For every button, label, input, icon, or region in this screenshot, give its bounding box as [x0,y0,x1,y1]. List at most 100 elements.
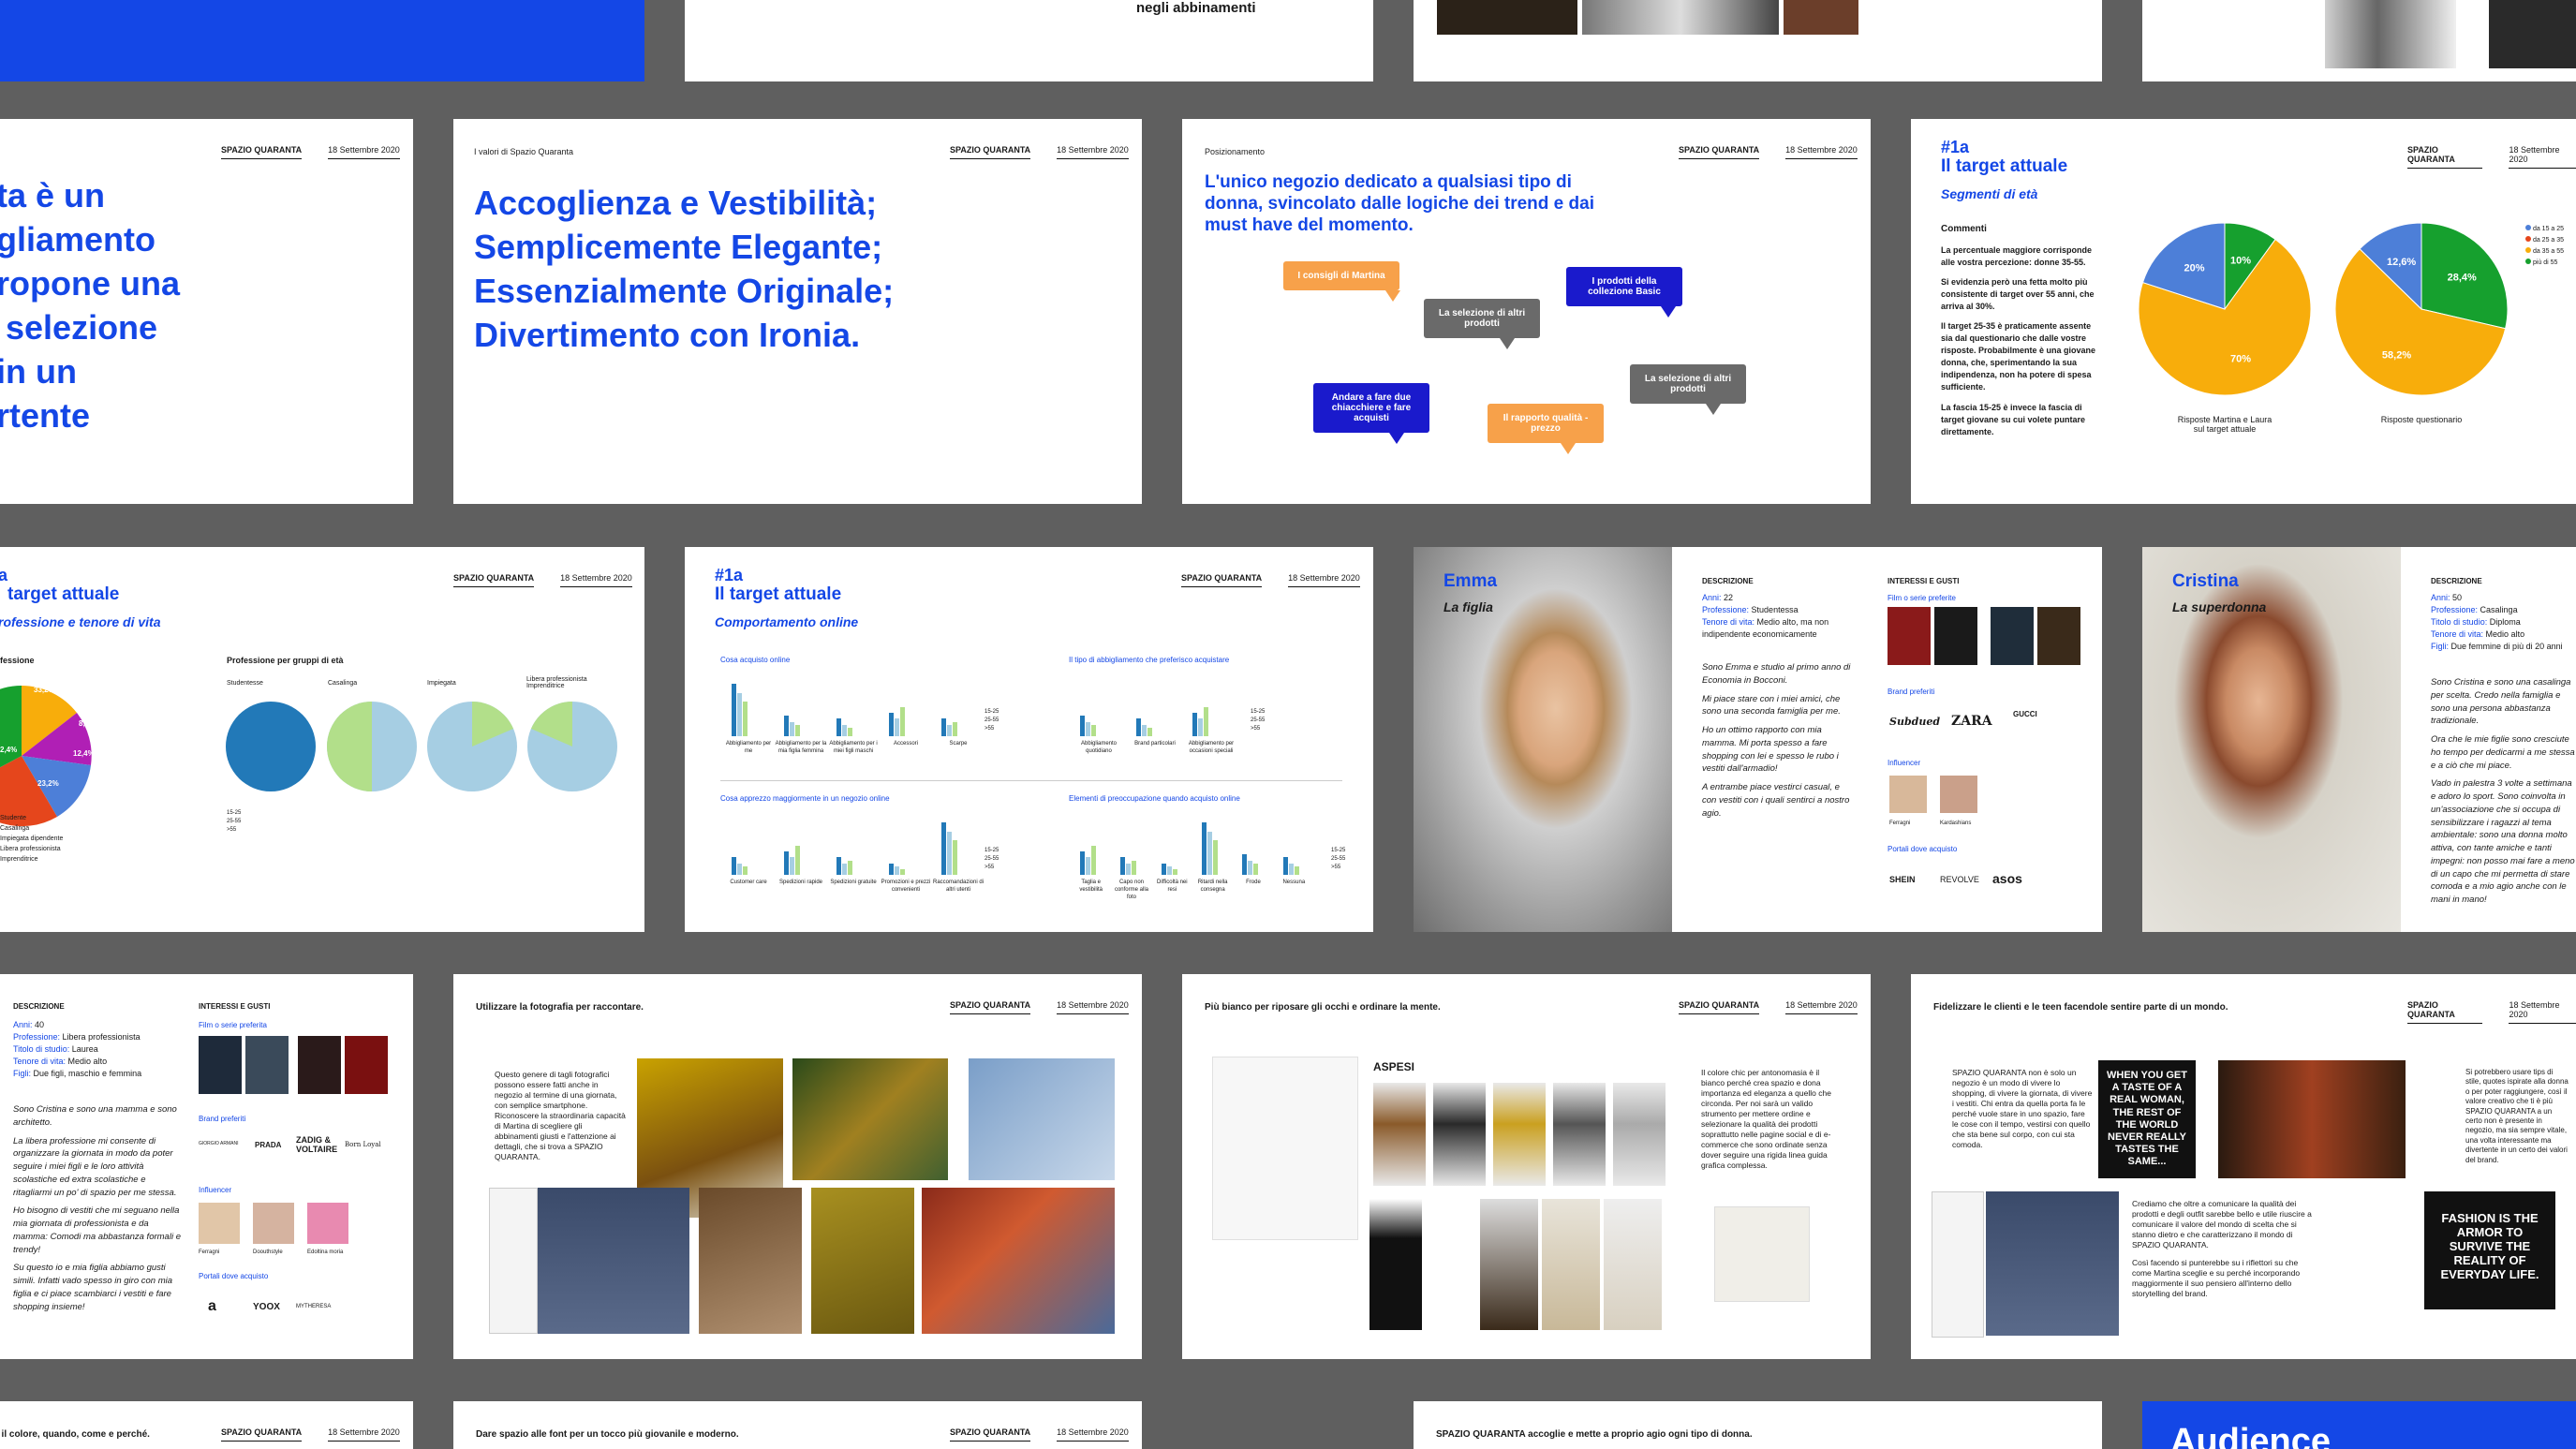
bar [836,857,841,875]
profession-legend: Studente Casalinga Impiegata dipendente … [0,813,63,865]
story-paragraph: Ho un ottimo rapporto con mia mamma. Mi … [1702,725,1839,775]
online-legend: 15-25 25-55 >55 [1251,708,1265,733]
bar [889,713,894,736]
bar [953,839,957,875]
slide-persona-emma[interactable]: Emma La figlia DESCRIZIONE Anni: 22 Prof… [1414,547,2102,932]
slide-online[interactable]: SPAZIO QUARANTA 18 Settembre 2020 #1a Il … [685,547,1373,932]
fact-value: 50 [2452,593,2463,602]
portals-label: Portali dove acquisto [1888,845,1958,853]
pie-value-label: 58,2% [2382,349,2411,361]
slide-top-3[interactable] [1414,0,2102,81]
section-label: I valori di Spazio Quaranta [474,147,574,156]
comments-text: La percentuale maggiore corrisponde alle… [1941,244,2105,438]
slide-bottom-3[interactable]: SPAZIO QUARANTA accoglie e mette a propr… [1414,1401,2102,1449]
date-label: 18 Settembre 2020 [328,145,400,159]
bar [1213,839,1218,875]
portal-logo: MYTHERESA [296,1304,332,1309]
slide-photography[interactable]: Utilizzare la fotografia per raccontare.… [453,974,1142,1359]
comment-paragraph: Si evidenzia però una fetta molto più co… [1941,277,2095,312]
film-poster [298,1036,341,1094]
bar [1172,868,1177,875]
fact-row: Anni: 40 [13,1019,182,1031]
slide-header: SPAZIO QUARANTA 18 Settembre 2020 [950,1000,1129,1014]
bar-category-label: Capo non conforme alla foto [1114,880,1148,900]
slide-claim[interactable]: SPAZIO QUARANTA 18 Settembre 2020 ta è un… [0,119,413,504]
fact-key: Figli: [2431,642,2450,652]
legend-label: >55 [985,726,995,732]
influencer-name: Doouthstyle [253,1249,283,1255]
legend-label: da 15 a 25 [2532,226,2565,232]
group-legend: 15-25 25-55 >55 [227,809,241,835]
profession-tag: a [0,566,8,584]
fact-key: Anni: [1702,593,1722,602]
bar [1091,724,1096,736]
slide-white[interactable]: Più bianco per riposare gli occhi e ordi… [1182,974,1871,1359]
model-photo [1480,1199,1538,1330]
fact-row: Professione: Libera professionista [13,1031,182,1043]
bar [784,716,789,736]
influencer-name: Edoltina moria [307,1249,344,1255]
online-legend: 15-25 25-55 >55 [985,847,999,872]
bar [1132,860,1137,875]
target-tag: #1a [1941,138,1970,156]
slide-position[interactable]: Posizionamento SPAZIO QUARANTA 18 Settemb… [1182,119,1871,504]
interests-label: INTERESSI E GUSTI [199,1002,271,1011]
legend-label: da 25 a 35 [2532,237,2565,244]
claim-line: ropone una [0,264,180,303]
story-paragraph: Mi piace stare con i miei amici, che son… [1702,693,1841,717]
bar [895,718,899,736]
group-title: Professione per gruppi di età [227,656,344,665]
brand-label: SPAZIO QUARANTA [950,1000,1031,1014]
fact-row: Titolo di studio: Laurea [13,1043,182,1056]
legend-label: Impiegata dipendente [0,835,64,842]
look-photo [1373,1083,1426,1186]
slide-profession[interactable]: SPAZIO QUARANTA 18 Settembre 2020 a targe… [0,547,644,932]
persona-facts: Anni: 50 Professione: Casalinga Titolo d… [2431,592,2576,653]
fact-key: Professione: [2431,605,2479,615]
slide-top-2[interactable]: negli abbinamenti [685,0,1373,81]
slide-top-4[interactable] [2142,0,2576,81]
influencer-photo [1940,776,1977,813]
legend-item: da 25 a 35 [2525,235,2564,246]
slide-title: Audience [2170,1422,2332,1449]
slide-persona-third[interactable]: DESCRIZIONE Anni: 40 Professione: Libera… [0,974,413,1359]
slide-bottom-1[interactable]: i il colore, quando, come e perché. SPAZ… [0,1401,413,1449]
fact-value: Medio alto [67,1057,108,1067]
pie-label: fessione [0,656,35,665]
fact-row: Titolo di studio: Diploma [2431,616,2576,628]
fabric-photo [792,1058,948,1180]
section-label: Posizionamento [1205,147,1266,156]
slide-target-age[interactable]: SPAZIO QUARANTA 18 Settembre 2020 #1a Il … [1911,119,2576,504]
bar [1294,865,1299,875]
slide-bottom-2[interactable]: Dare spazio alle font per un tocco più g… [453,1401,1142,1449]
influencer-photo [1889,776,1927,813]
bar [836,718,841,736]
brand-label: SPAZIO QUARANTA [221,145,303,159]
slide-header: SPAZIO QUARANTA 18 Settembre 2020 [453,573,632,587]
bar-category-label: Nessuna [1282,880,1306,885]
slide-persona-cristina[interactable]: Cristina La superdonna DESCRIZIONE Anni:… [2142,547,2576,932]
bar-group: Abbigliamento quotidiano Brand particolar… [1071,674,1239,754]
bar [900,868,905,875]
model-photo [1604,1199,1662,1330]
brand-label: SPAZIO QUARANTA [453,573,535,587]
persona-role: La figlia [1443,599,1493,614]
legend-label: più di 55 [2532,259,2558,266]
date-label: 18 Settembre 2020 [2509,145,2576,169]
influencer-label: Influencer [199,1186,232,1194]
slide-bottom-4[interactable]: Audience [2142,1401,2576,1449]
claim-line: rtente [0,396,91,435]
group-pie [427,702,517,791]
bubble-gray: La selezione di altri prodotti [1424,299,1540,349]
brand-label: SPAZIO QUARANTA [221,1427,303,1442]
slide-values[interactable]: I valori di Spazio Quaranta SPAZIO QUARA… [453,119,1142,504]
slide-header: SPAZIO QUARANTA 18 Settembre 2020 [950,145,1129,159]
date-label: 18 Settembre 2020 [2509,1000,2576,1024]
slide-header: SPAZIO QUARANTA 18 Settembre 2020 [1679,145,1858,159]
slide-title: Dare spazio alle font per un tocco più g… [476,1429,739,1440]
fact-key: Titolo di studio: [2431,617,2488,628]
bubble-orange: I consigli di Martina [1283,261,1400,302]
pie-legend: da 15 a 25 da 25 a 35 da 35 a 55 più di … [2525,224,2564,269]
slide-top-blue[interactable] [0,0,644,81]
slide-loyalty[interactable]: Fidelizzare le clienti e le teen facendo… [1911,974,2576,1359]
